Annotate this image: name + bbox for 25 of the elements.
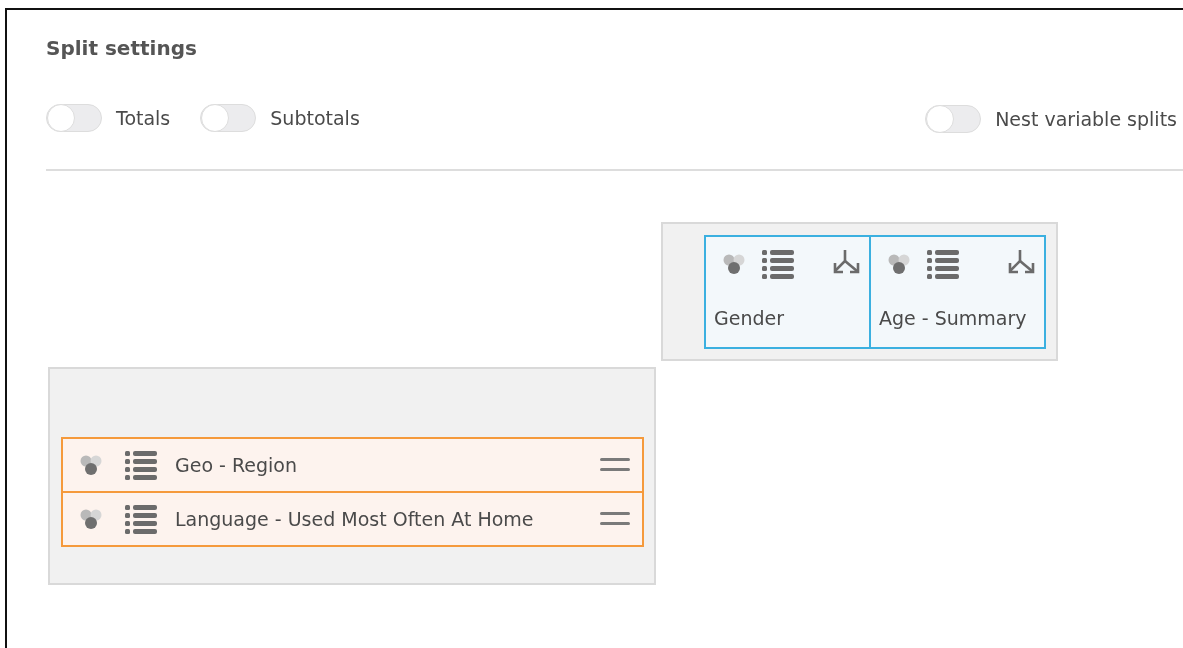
- variable-name: Language - Used Most Often At Home: [175, 508, 534, 530]
- list-icon[interactable]: [927, 249, 959, 279]
- drag-handle-icon[interactable]: [600, 457, 630, 473]
- list-icon[interactable]: [762, 249, 794, 279]
- variable-name: Age - Summary: [879, 307, 1028, 329]
- circles-icon[interactable]: [722, 253, 746, 275]
- circles-icon[interactable]: [79, 508, 103, 530]
- list-icon[interactable]: [125, 504, 157, 534]
- list-icon[interactable]: [125, 450, 157, 480]
- circles-icon[interactable]: [887, 253, 911, 275]
- variable-name: Geo - Region: [175, 454, 297, 476]
- drag-handle-icon[interactable]: [600, 511, 630, 527]
- row-variable-card[interactable]: Geo - Region: [61, 437, 644, 493]
- toggle-switch[interactable]: [200, 104, 257, 132]
- toggle-label: Nest variable splits: [995, 108, 1177, 130]
- circles-icon[interactable]: [79, 454, 103, 476]
- variable-name: Gender: [714, 307, 786, 329]
- toggle-label: Subtotals: [270, 107, 360, 129]
- toggle-label: Totals: [116, 107, 171, 129]
- column-variable-card[interactable]: Gender: [704, 235, 871, 349]
- row-variable-card[interactable]: Language - Used Most Often At Home: [61, 491, 644, 547]
- toggle-switch[interactable]: [46, 104, 102, 132]
- column-variable-card[interactable]: Age - Summary: [869, 235, 1046, 349]
- toggle-switch[interactable]: [925, 105, 982, 133]
- section-title: Split settings: [46, 36, 198, 62]
